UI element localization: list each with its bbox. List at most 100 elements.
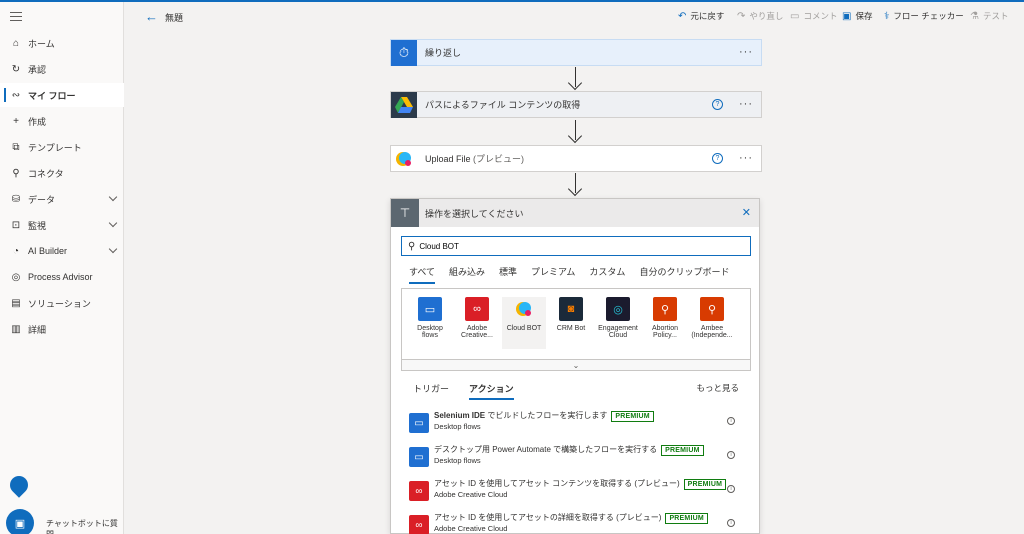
connector-crm-bot[interactable]: ◙ CRM Bot: [549, 297, 593, 349]
search-box[interactable]: ⚲: [401, 236, 751, 256]
step-get-file-content[interactable]: パスによるファイル コンテンツの取得 ? ···: [390, 91, 762, 118]
comment-button[interactable]: ▭ コメント: [790, 10, 837, 22]
nav-monitor[interactable]: ⊡ 監視: [0, 213, 124, 237]
action-title-rest: でビルドしたフローを実行します: [485, 411, 608, 420]
undo-label: 元に戻す: [690, 11, 725, 21]
flow-checker-button[interactable]: ⚕ フロー チェッカー: [884, 10, 964, 22]
chatbot-button[interactable]: ▣: [6, 509, 34, 534]
connector-name-line2: Policy...: [653, 332, 677, 339]
step-upload-file-title: Upload File: [425, 154, 471, 164]
google-drive-icon: [391, 91, 417, 118]
nav-approvals[interactable]: ↻ 承認: [0, 57, 124, 81]
premium-badge: PREMIUM: [661, 445, 704, 456]
tab-clipboard[interactable]: 自分のクリップボード: [639, 265, 729, 284]
step-upload-file-suffix: (プレビュー): [470, 154, 525, 164]
tab-standard[interactable]: 標準: [499, 265, 517, 284]
action-item[interactable]: ∞ アセット ID を使用してアセット コンテンツを取得する (プレビュー) PR…: [409, 479, 749, 505]
action-title: アセット ID を使用してアセットの詳細を取得する (プレビュー) PREMIUM: [434, 513, 708, 524]
tab-builtin[interactable]: 組み込み: [449, 265, 485, 284]
info-icon[interactable]: i: [727, 417, 735, 425]
solutions-icon: ▤: [11, 297, 21, 309]
tab-actions[interactable]: アクション: [469, 382, 514, 400]
info-icon[interactable]: i: [727, 519, 735, 527]
flask-icon: ⚗: [970, 10, 979, 22]
connector-cloud-bot[interactable]: Cloud BOT: [502, 297, 546, 349]
connector-engagement-cloud[interactable]: ◎ Engagement Cloud: [596, 297, 640, 349]
tab-all[interactable]: すべて: [409, 265, 436, 284]
redo-button[interactable]: ↷ やり直し: [737, 10, 783, 22]
redo-icon: ↷: [737, 10, 746, 22]
connector-name-line2: Creative...: [461, 332, 493, 339]
tab-custom[interactable]: カスタム: [589, 265, 625, 284]
nav-solutions-label: ソリューション: [28, 298, 91, 309]
connector-name-line2: flows: [422, 332, 438, 339]
adobe-creative-cloud-icon: ∞: [409, 515, 429, 534]
action-item[interactable]: ▭ Selenium IDE でビルドしたフローを実行します PREMIUM De…: [409, 411, 749, 437]
hamburger-menu-icon[interactable]: [10, 12, 22, 22]
help-icon[interactable]: ?: [712, 99, 723, 110]
nav-ai-builder[interactable]: ◔ AI Builder: [0, 239, 124, 263]
test-button[interactable]: ⚗ テスト: [970, 10, 1008, 22]
nav-connectors[interactable]: ⚲ コネクタ: [0, 161, 124, 185]
database-icon: ⛁: [11, 193, 21, 205]
connector-desktop-flows[interactable]: ▭ Desktop flows: [408, 297, 452, 349]
chatbot-label[interactable]: チャットボットに質問: [46, 518, 123, 534]
back-arrow-icon[interactable]: ←: [145, 9, 158, 24]
step-upload-file-label: Upload File (プレビュー): [425, 152, 524, 165]
nav-my-flows[interactable]: ∾ マイ フロー: [0, 83, 124, 107]
nav-details-label: 詳細: [28, 324, 47, 335]
nav-process-advisor-label: Process Advisor: [28, 272, 93, 282]
connector-ambee[interactable]: ⚲ Ambee (Independe...: [690, 297, 734, 349]
chat-icon: ▣: [14, 517, 26, 530]
left-nav: ⌂ ホーム ↻ 承認 ∾ マイ フロー + 作成 ⧉ テンプレート ⚲ コネクタ…: [0, 2, 124, 534]
connector-icon: ⚲: [12, 167, 20, 179]
connector-adobe-creative[interactable]: ∞ Adobe Creative...: [455, 297, 499, 349]
help-icon[interactable]: ?: [712, 153, 723, 164]
choose-operation-title: 操作を選択してください: [425, 208, 524, 219]
step-upload-file[interactable]: Upload File (プレビュー) ? ···: [390, 145, 762, 172]
expand-connectors-button[interactable]: ⌄: [401, 359, 751, 371]
more-options-icon[interactable]: ···: [739, 98, 753, 110]
action-title-rest: アセット ID を使用してアセットの詳細を取得する (プレビュー): [434, 513, 662, 522]
flow-title[interactable]: 無題: [165, 11, 183, 24]
action-connector-name: Adobe Creative Cloud: [434, 524, 508, 533]
action-item[interactable]: ▭ デスクトップ用 Power Automate で構築したフローを実行する PR…: [409, 445, 749, 471]
abortion-policy-icon: ⚲: [653, 297, 677, 321]
nav-process-advisor[interactable]: ◎ Process Advisor: [0, 265, 124, 289]
home-icon: ⌂: [12, 37, 20, 49]
desktop-flows-icon: ▭: [409, 413, 429, 433]
chevron-down-icon[interactable]: [108, 244, 118, 254]
nav-data[interactable]: ⛁ データ: [0, 187, 124, 211]
nav-details[interactable]: ▥ 詳細: [0, 317, 124, 341]
undo-button[interactable]: ↶ 元に戻す: [678, 10, 724, 22]
tab-triggers[interactable]: トリガー: [413, 382, 449, 400]
info-icon[interactable]: i: [727, 451, 735, 459]
monitor-icon: ⊡: [11, 219, 21, 231]
nav-home-label: ホーム: [28, 38, 55, 49]
close-icon[interactable]: ✕: [742, 206, 751, 219]
see-more-link[interactable]: もっと見る: [696, 382, 739, 394]
step-recurrence[interactable]: ⏱ 繰り返し ···: [390, 39, 762, 66]
nav-create-label: 作成: [28, 116, 47, 127]
premium-badge: PREMIUM: [611, 411, 654, 422]
desktop-flows-icon: ▭: [409, 447, 429, 467]
connector-name-line1: Desktop: [417, 325, 443, 332]
comment-icon: ▭: [790, 10, 800, 22]
info-icon[interactable]: i: [727, 485, 735, 493]
choose-operation-panel: ⊤ 操作を選択してください ✕ ⚲ すべて 組み込み 標準 プレミアム カスタム…: [390, 198, 760, 534]
save-button[interactable]: ▣ 保存: [842, 10, 872, 22]
action-item[interactable]: ∞ アセット ID を使用してアセットの詳細を取得する (プレビュー) PREMI…: [409, 513, 749, 534]
search-input[interactable]: [419, 241, 720, 251]
connector-abortion-policy[interactable]: ⚲ Abortion Policy...: [643, 297, 687, 349]
nav-create[interactable]: + 作成: [0, 109, 124, 133]
nav-solutions[interactable]: ▤ ソリューション: [0, 291, 124, 315]
more-options-icon[interactable]: ···: [739, 152, 753, 164]
chevron-down-icon[interactable]: [108, 218, 118, 228]
more-options-icon[interactable]: ···: [739, 46, 753, 58]
nav-templates[interactable]: ⧉ テンプレート: [0, 135, 124, 159]
chevron-down-icon[interactable]: [108, 192, 118, 202]
tab-premium[interactable]: プレミアム: [531, 265, 575, 284]
nav-home[interactable]: ⌂ ホーム: [0, 31, 124, 55]
action-text: アセット ID を使用してアセット コンテンツを取得する (プレビュー) PREM…: [434, 479, 727, 500]
connector-name-line1: Abortion: [651, 325, 679, 332]
